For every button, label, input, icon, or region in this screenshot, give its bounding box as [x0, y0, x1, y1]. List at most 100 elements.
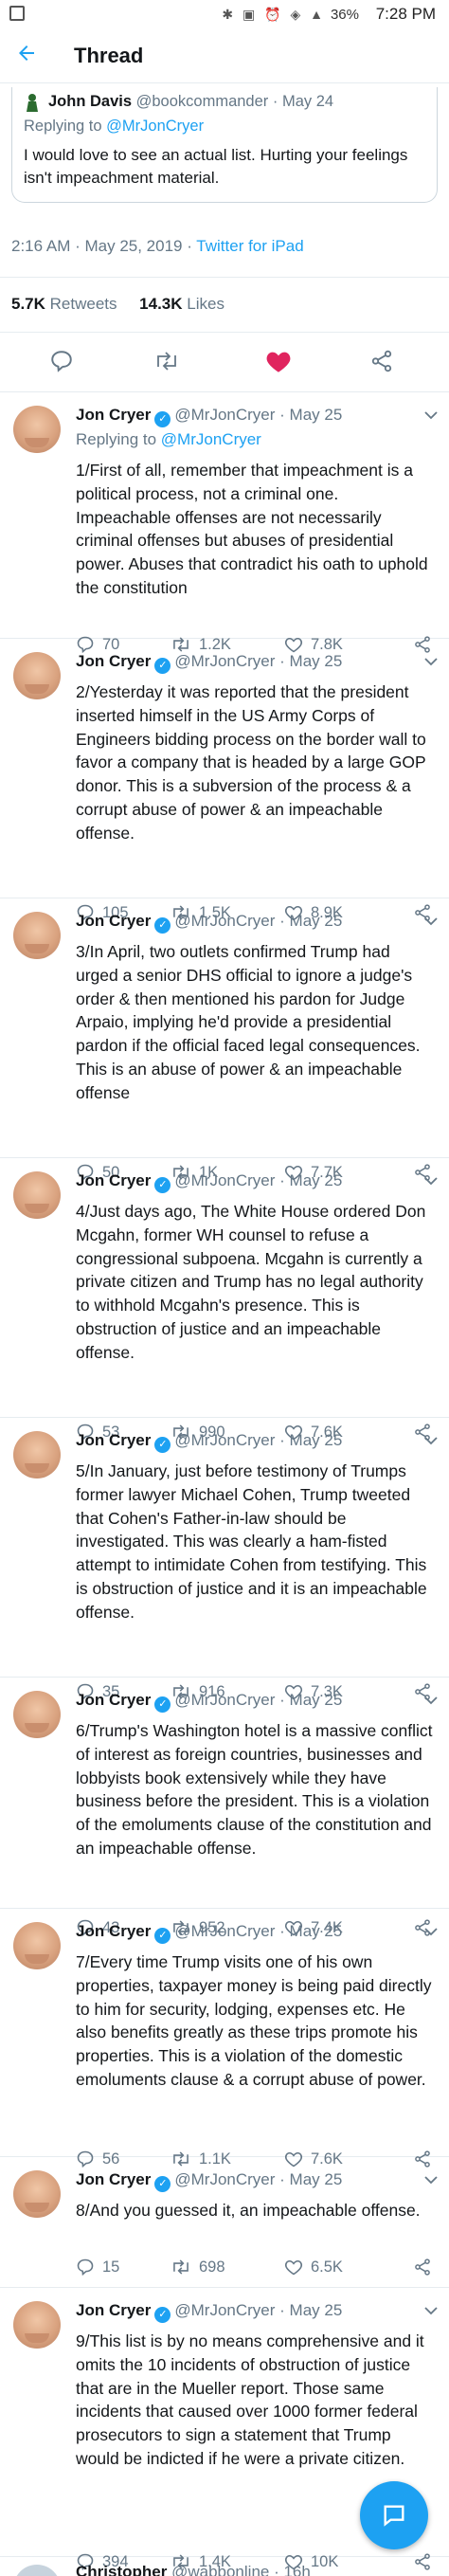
chevron-down-icon[interactable]: [424, 2303, 438, 2318]
thread-tweet[interactable]: Jon Cryer ✓ @MrJonCryer · May 25 7/Every ti…: [0, 1909, 449, 2168]
tweet-text: 1/First of all, remember that impeachmen…: [76, 461, 428, 597]
author-name[interactable]: Jon Cryer: [76, 1431, 151, 1449]
avatar[interactable]: [13, 652, 61, 699]
tweet-date: · May 25: [279, 1431, 343, 1449]
tweet-header: Jon Cryer ✓ @MrJonCryer · May 25: [76, 2170, 342, 2192]
divider: [0, 277, 449, 278]
author-handle: @MrJonCryer: [174, 912, 276, 930]
author-name[interactable]: Jon Cryer: [76, 2170, 151, 2188]
tweet-date: · 16h: [274, 2563, 311, 2576]
compose-icon: [384, 2505, 404, 2527]
status-bar: ✱ ▣ ⏰ ◈ ▲ 36% 7:28 PM: [0, 0, 449, 30]
battery-level: 36%: [330, 7, 359, 23]
thread-tweet[interactable]: Jon Cryer ✓ @MrJonCryer · May 25 8/And you …: [0, 2157, 449, 2288]
author-name[interactable]: John Davis: [48, 93, 132, 110]
thread-tweet[interactable]: Jon Cryer ✓ @MrJonCryer · May 25 3/In April…: [0, 898, 449, 1182]
tweet-text: 4/Just days ago, The White House ordered…: [76, 1202, 426, 1362]
chevron-down-icon[interactable]: [424, 1173, 438, 1188]
avatar[interactable]: [13, 1922, 61, 1969]
verified-badge-icon: ✓: [154, 411, 171, 427]
verified-badge-icon: ✓: [154, 917, 171, 934]
like-icon-filled[interactable]: [265, 349, 294, 377]
engagement-stats[interactable]: 5.7K Retweets 14.3K Likes: [11, 295, 224, 314]
verified-badge-icon: ✓: [154, 2176, 171, 2192]
avatar[interactable]: [13, 2170, 61, 2218]
reply-icon: [76, 2259, 102, 2276]
thread-tweet[interactable]: Jon Cryer ✓ @MrJonCryer · May 25 5/In Janua…: [0, 1418, 449, 1701]
page-title: Thread: [74, 44, 144, 67]
thread-tweet[interactable]: Jon Cryer ✓ @MrJonCryer · May 25 6/Trump's …: [0, 1678, 449, 1937]
next-tweet[interactable]: Christopher @wabbonline · 16h: [0, 2557, 449, 2576]
tweet-date: · May 25: [279, 1922, 343, 1940]
avatar[interactable]: [13, 1431, 61, 1478]
back-arrow-icon[interactable]: [15, 42, 38, 71]
reply-count: 15: [102, 2258, 120, 2276]
avatar[interactable]: [13, 1171, 61, 1219]
author-name[interactable]: Jon Cryer: [76, 1171, 151, 1189]
avatar[interactable]: [13, 2301, 61, 2349]
author-name[interactable]: Jon Cryer: [76, 2301, 151, 2319]
author-name[interactable]: Jon Cryer: [76, 652, 151, 670]
retweet-button[interactable]: 698: [171, 2258, 225, 2277]
parent-tweet[interactable]: John Davis @bookcommander · May 24 Reply…: [11, 87, 438, 203]
tweet-text: 9/This list is by no means comprehensive…: [76, 2331, 424, 2468]
reply-button[interactable]: 15: [76, 2258, 119, 2277]
chevron-down-icon[interactable]: [424, 914, 438, 929]
chevron-down-icon[interactable]: [424, 408, 438, 423]
chevron-down-icon[interactable]: [424, 1693, 438, 1708]
client-link[interactable]: Twitter for iPad: [196, 237, 303, 255]
replying-to-label: Replying to: [76, 430, 157, 448]
tweet-actions: 15 698 6.5K: [76, 2258, 445, 2280]
retweets-count: 5.7K: [11, 295, 45, 313]
reply-icon[interactable]: [49, 349, 78, 377]
next-tweet-header: Christopher @wabbonline · 16h: [76, 2563, 311, 2576]
like-button[interactable]: 6.5K: [284, 2258, 343, 2277]
tweet-text: 7/Every time Trump visits one of his own…: [76, 1952, 432, 2089]
thread-tweet[interactable]: Jon Cryer ✓ @MrJonCryer · May 25 2/Yesterda…: [0, 639, 449, 922]
verified-badge-icon: ✓: [154, 1928, 171, 1944]
tweet-date: · May 24: [272, 93, 334, 110]
tweet-header: Jon Cryer ✓ @MrJonCryer · May 25: [76, 406, 342, 427]
author-name[interactable]: Jon Cryer: [76, 1691, 151, 1709]
tweet-date: · May 25: [279, 2301, 343, 2319]
avatar[interactable]: [13, 2565, 61, 2576]
chevron-down-icon[interactable]: [424, 2172, 438, 2187]
avatar[interactable]: [24, 93, 41, 112]
author-handle: @MrJonCryer: [174, 1922, 276, 1940]
tweet-date: · May 25: [279, 2170, 343, 2188]
retweet-icon[interactable]: [153, 349, 182, 377]
clock: 7:28 PM: [375, 5, 436, 23]
verified-badge-icon: ✓: [154, 2307, 171, 2323]
tweet-header: Jon Cryer ✓ @MrJonCryer · May 25: [76, 1922, 342, 1944]
chevron-down-icon[interactable]: [424, 1433, 438, 1448]
share-icon: [413, 2258, 440, 2276]
compose-button[interactable]: [360, 2481, 428, 2549]
mention-link[interactable]: @MrJonCryer: [106, 118, 204, 135]
author-name[interactable]: Christopher: [76, 2563, 167, 2576]
author-handle: @wabbonline: [171, 2563, 270, 2576]
author-handle: @MrJonCryer: [174, 406, 276, 424]
like-count: 6.5K: [311, 2258, 343, 2276]
share-button[interactable]: [413, 2258, 440, 2277]
replying-to: Replying to @MrJonCryer: [24, 118, 204, 136]
tweet-timestamp: 2:16 AM · May 25, 2019 · Twitter for iPa…: [11, 237, 304, 256]
share-icon[interactable]: [369, 349, 398, 377]
tweet-date: · May 25: [279, 912, 343, 930]
chevron-down-icon[interactable]: [424, 654, 438, 669]
verified-badge-icon: ✓: [154, 658, 171, 674]
tweet-text: 2/Yesterday it was reported that the pre…: [76, 682, 426, 843]
parent-tweet-header: John Davis @bookcommander · May 24: [48, 93, 333, 111]
mention-link[interactable]: @MrJonCryer: [161, 430, 261, 448]
author-name[interactable]: Jon Cryer: [76, 1922, 151, 1940]
chevron-down-icon[interactable]: [424, 1924, 438, 1939]
author-name[interactable]: Jon Cryer: [76, 406, 151, 424]
tweet-date: · May 25: [279, 652, 343, 670]
author-name[interactable]: Jon Cryer: [76, 912, 151, 930]
replying-to-label: Replying to: [24, 118, 102, 135]
avatar[interactable]: [13, 912, 61, 959]
avatar[interactable]: [13, 1691, 61, 1738]
retweets-label: Retweets: [49, 295, 117, 313]
thread-tweet[interactable]: Jon Cryer ✓ @MrJonCryer · May 25 Replying t…: [0, 392, 449, 653]
thread-tweet[interactable]: Jon Cryer ✓ @MrJonCryer · May 25 4/Just day…: [0, 1158, 449, 1442]
avatar[interactable]: [13, 406, 61, 453]
